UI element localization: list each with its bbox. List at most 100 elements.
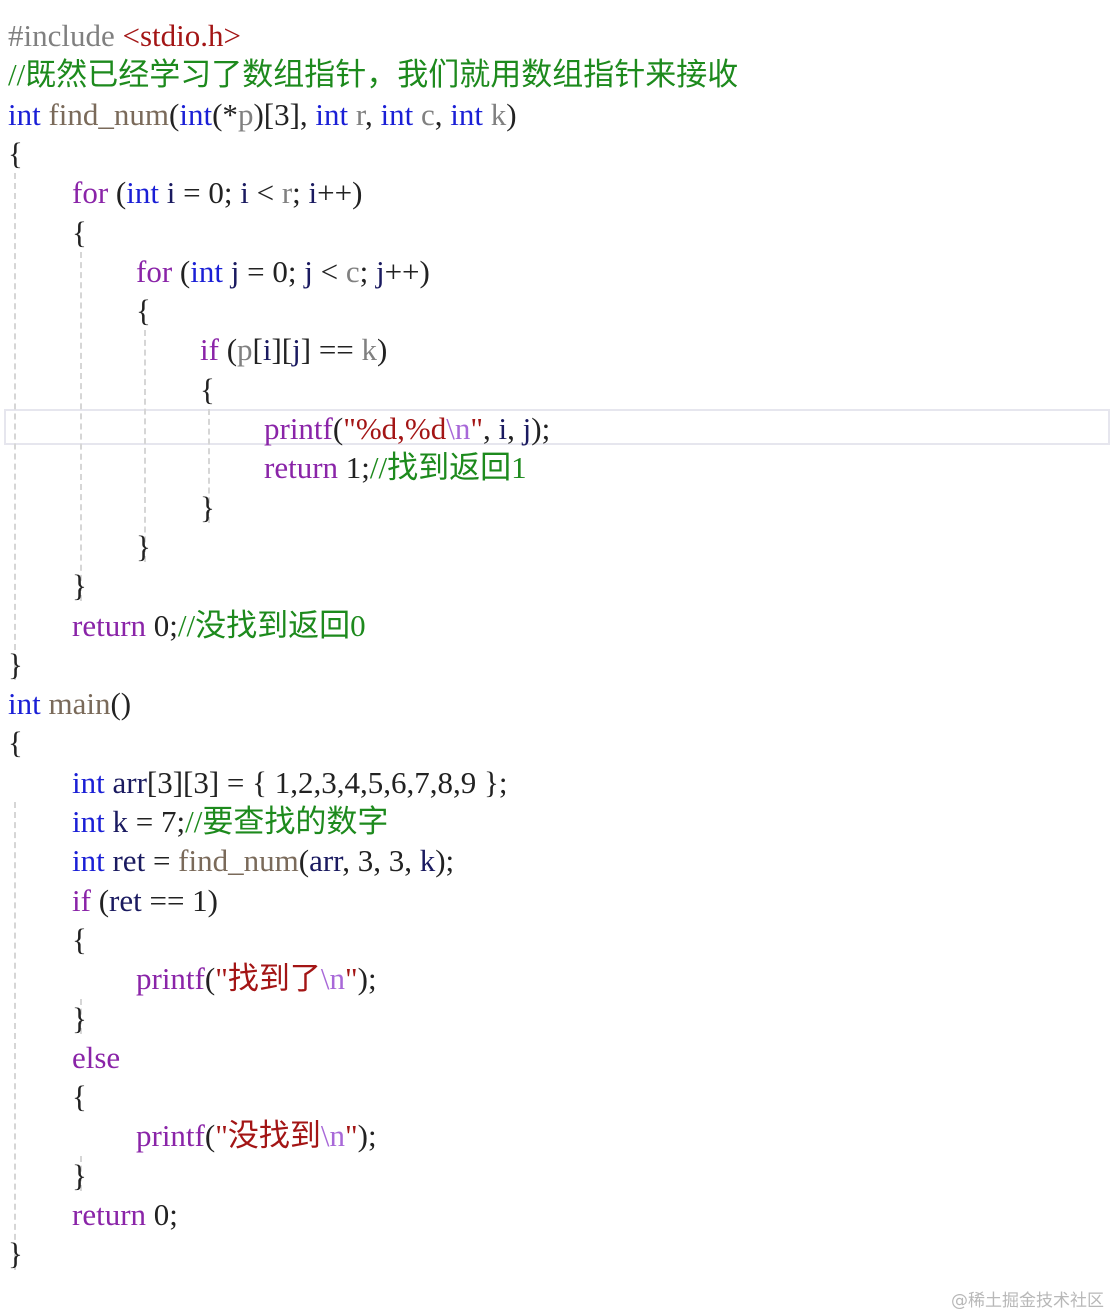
code-token: i <box>240 175 249 211</box>
code-line[interactable]: { <box>0 291 1112 331</box>
code-line[interactable]: } <box>0 645 1112 685</box>
code-token: int <box>126 175 159 211</box>
code-token: ret <box>112 843 146 879</box>
code-token: ][ <box>271 332 293 368</box>
code-line[interactable]: if (p[i][j] == k) <box>0 330 1112 370</box>
code-token: , <box>434 96 451 132</box>
code-token: ); <box>531 411 551 446</box>
code-token: c <box>420 96 435 132</box>
code-line[interactable]: int arr[3][3] = { 1,2,3,4,5,6,7,8,9 }; <box>0 763 1112 803</box>
code-token: = <box>145 843 179 879</box>
code-token: r <box>281 175 293 211</box>
code-token: ( <box>332 411 344 446</box>
watermark: @稀土掘金技术社区 <box>951 1291 1104 1311</box>
code-token: arr <box>309 843 343 879</box>
code-token: , <box>483 411 499 446</box>
code-line[interactable]: int k = 7;//要查找的数字 <box>0 802 1112 842</box>
code-token: return <box>72 607 147 643</box>
code-line[interactable]: } <box>0 999 1112 1039</box>
code-token: k <box>112 804 128 839</box>
code-token: find_num <box>48 96 170 132</box>
code-token: (* <box>212 96 238 132</box>
code-line[interactable]: { <box>0 1077 1112 1117</box>
code-line[interactable]: #include <stdio.h> <box>0 16 1112 56</box>
code-token: arr <box>112 764 147 800</box>
code-token: for <box>72 175 109 211</box>
code-line[interactable]: return 0; <box>0 1195 1112 1235</box>
code-token: int <box>8 686 41 722</box>
code-token: 0; <box>146 1197 178 1232</box>
code-token: () <box>110 686 132 722</box>
code-token: } <box>8 1236 23 1272</box>
code-line[interactable]: for (int j = 0; j < c; j++) <box>0 252 1112 292</box>
code-token: ++) <box>317 175 363 211</box>
code-token: } <box>136 528 151 564</box>
code-line[interactable]: else <box>0 1038 1112 1078</box>
code-token: " <box>470 411 484 446</box>
code-token: if <box>72 882 91 918</box>
code-token: printf <box>264 411 333 446</box>
code-token: find_num <box>178 843 299 879</box>
code-token: r <box>355 96 365 132</box>
code-token: = 0; <box>175 175 241 211</box>
code-line[interactable]: { <box>0 370 1112 410</box>
code-line[interactable]: printf("没找到\n"); <box>0 1116 1112 1156</box>
code-line[interactable]: int main() <box>0 684 1112 724</box>
code-token: , <box>507 411 523 446</box>
code-line[interactable]: return 0;//没找到返回0 <box>0 606 1112 646</box>
code-line[interactable]: { <box>0 920 1112 960</box>
code-token: } <box>72 568 87 604</box>
code-token: { <box>8 135 23 171</box>
code-token: [3][3] = { 1,2,3,4,5,6,7,8,9 }; <box>146 764 508 800</box>
code-token: i <box>498 411 508 446</box>
code-line[interactable]: //既然已经学习了数组指针，我们就用数组指针来接收 <box>0 55 1112 95</box>
code-token: ( <box>204 1118 216 1154</box>
code-token: int <box>190 253 223 289</box>
code-line[interactable]: int find_num(int(*p)[3], int r, int c, i… <box>0 95 1112 135</box>
code-token: ) <box>377 332 388 368</box>
code-token: = 0; <box>239 253 305 289</box>
code-token: ++) <box>384 253 430 289</box>
code-line[interactable]: int ret = find_num(arr, 3, 3, k); <box>0 841 1112 881</box>
code-token: i <box>308 175 318 211</box>
code-token: #include <box>8 18 123 53</box>
code-token: )[3], <box>253 96 316 132</box>
code-line[interactable]: for (int i = 0; i < r; i++) <box>0 173 1112 213</box>
code-token: ( <box>108 175 127 211</box>
code-token: } <box>72 1000 87 1036</box>
code-line[interactable]: printf("%d,%d\n", i, j); <box>0 409 1112 449</box>
code-line[interactable]: } <box>0 566 1112 606</box>
code-line[interactable]: } <box>0 527 1112 567</box>
code-line[interactable]: if (ret == 1) <box>0 881 1112 921</box>
code-line[interactable]: } <box>0 488 1112 528</box>
code-token: " <box>344 961 358 997</box>
code-token: ] == <box>300 332 362 368</box>
code-token: printf <box>136 961 205 997</box>
code-line[interactable]: return 1;//找到返回1 <box>0 448 1112 488</box>
code-token: == 1) <box>141 882 219 918</box>
code-token: { <box>72 921 87 957</box>
code-token: j <box>375 253 385 289</box>
code-line[interactable]: { <box>0 723 1112 763</box>
code-token: \n <box>320 1118 345 1154</box>
code-token: { <box>72 214 87 250</box>
code-line[interactable]: printf("找到了\n"); <box>0 959 1112 999</box>
code-line[interactable]: { <box>0 134 1112 174</box>
code-line[interactable]: } <box>0 1156 1112 1196</box>
code-token: ( <box>218 332 238 368</box>
code-token: int <box>380 96 414 132</box>
code-token: ; <box>359 253 376 289</box>
code-token: \n <box>446 411 471 446</box>
code-token: ); <box>357 961 377 997</box>
code-token: k <box>490 96 507 132</box>
code-line[interactable]: { <box>0 213 1112 253</box>
code-token: { <box>136 293 151 329</box>
code-editor[interactable]: #include <stdio.h>//既然已经学习了数组指针，我们就用数组指针… <box>0 0 1112 1315</box>
code-token: int <box>72 843 105 879</box>
code-line[interactable]: } <box>0 1234 1112 1274</box>
code-token: p <box>237 332 253 368</box>
